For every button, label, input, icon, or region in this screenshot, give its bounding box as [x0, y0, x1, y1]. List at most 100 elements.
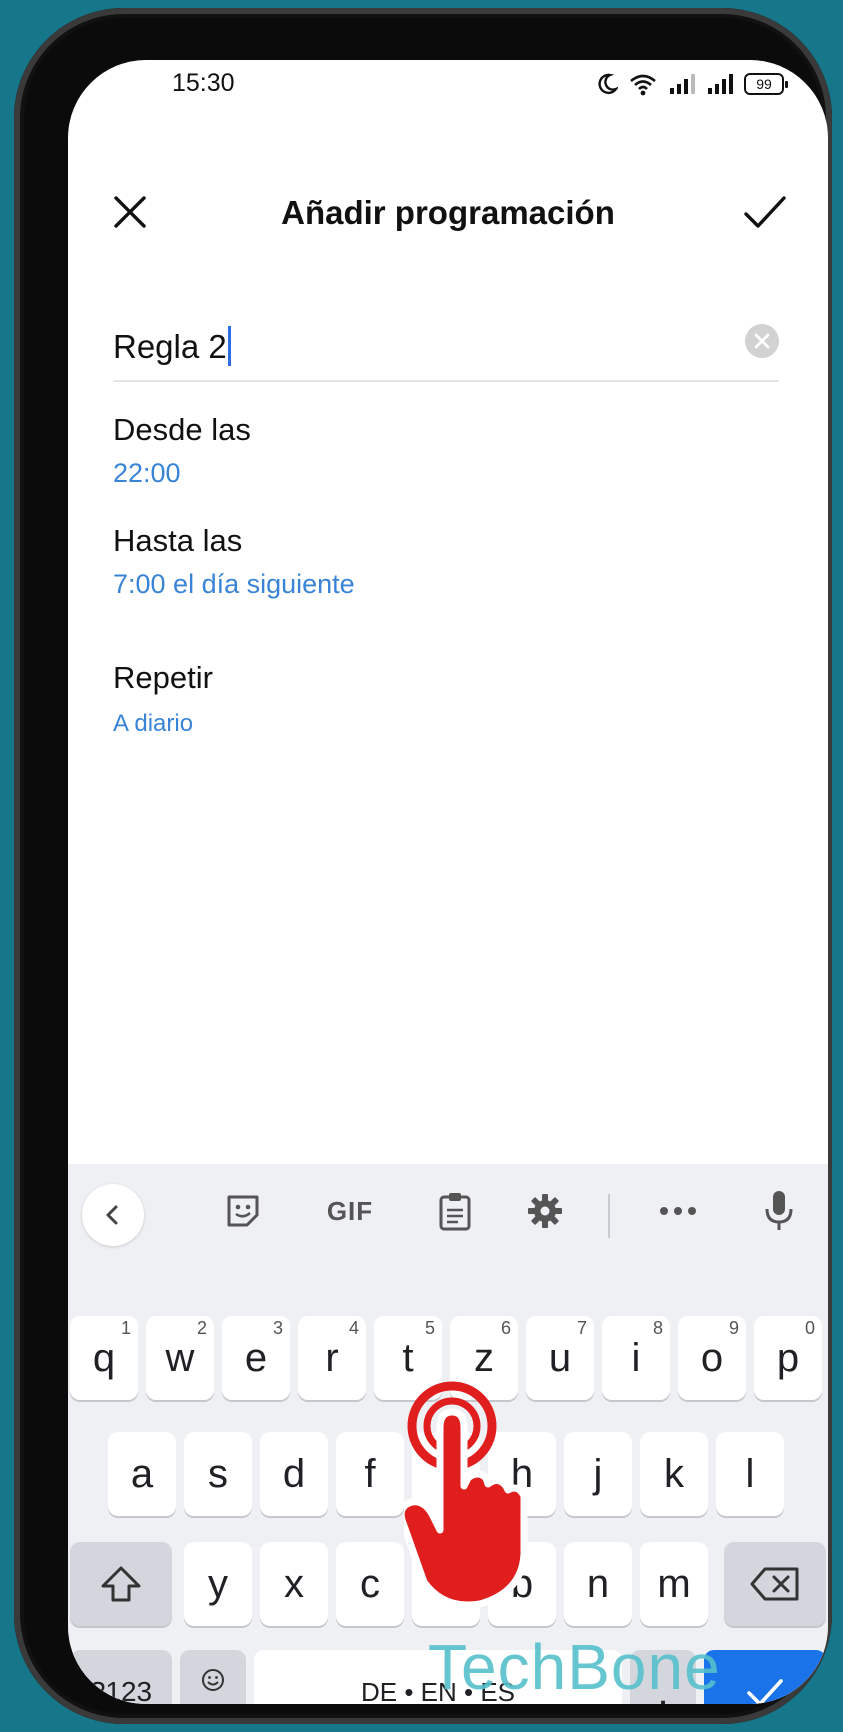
- key-p[interactable]: p0: [754, 1316, 822, 1400]
- clear-input-button[interactable]: [745, 324, 779, 358]
- sticker-icon: [227, 1195, 259, 1227]
- key-number-hint: 2: [196, 1318, 207, 1338]
- key-k[interactable]: k: [640, 1432, 708, 1516]
- key-r[interactable]: r4: [298, 1316, 366, 1400]
- key-label: m: [657, 1561, 691, 1606]
- key-a[interactable]: a: [108, 1432, 176, 1516]
- key-e[interactable]: e3: [222, 1316, 290, 1400]
- start-time-value: 22:00: [113, 458, 181, 488]
- schedule-name-value: Regla 2: [113, 328, 227, 365]
- key-label: r: [325, 1335, 339, 1380]
- numbers-switch-label: ?123: [89, 1676, 153, 1704]
- start-time-label: Desde las: [113, 412, 251, 447]
- end-time-value: 7:00 el día siguiente: [113, 569, 355, 599]
- emoji-comma-key[interactable]: ,: [180, 1650, 246, 1704]
- key-label: l: [745, 1451, 755, 1496]
- check-icon: [747, 1679, 783, 1704]
- key-label: s: [208, 1451, 228, 1496]
- status-bar: 15:30 99: [68, 60, 828, 120]
- key-number-hint: 7: [576, 1318, 587, 1338]
- key-label: d: [282, 1451, 306, 1496]
- settings-button[interactable]: [520, 1186, 570, 1236]
- comma-label: ,: [208, 1687, 218, 1705]
- battery-level: 99: [756, 76, 772, 92]
- backspace-icon: [750, 1567, 799, 1601]
- key-x[interactable]: x: [260, 1542, 328, 1626]
- key-label: o: [700, 1335, 724, 1380]
- key-label: y: [208, 1561, 228, 1606]
- key-number-hint: 9: [728, 1318, 739, 1338]
- key-j[interactable]: j: [564, 1432, 632, 1516]
- end-time-row[interactable]: Hasta las 7:00 el día siguiente: [113, 523, 773, 600]
- key-label: i: [631, 1335, 641, 1380]
- more-button[interactable]: [653, 1186, 703, 1236]
- watermark: TechBone: [428, 1631, 721, 1703]
- clear-icon: [754, 333, 770, 349]
- tap-hand-icon: [404, 1381, 528, 1609]
- key-number-hint: 3: [272, 1318, 283, 1338]
- key-label: x: [284, 1561, 304, 1606]
- repeat-label: Repetir: [113, 660, 213, 695]
- keyboard-toolbar: GIF: [68, 1164, 828, 1260]
- key-n[interactable]: n: [564, 1542, 632, 1626]
- check-icon: [744, 196, 786, 228]
- key-f[interactable]: f: [336, 1432, 404, 1516]
- key-label: a: [130, 1451, 154, 1496]
- key-label: c: [360, 1561, 380, 1606]
- status-icons: 99: [596, 72, 788, 96]
- gif-button[interactable]: GIF: [320, 1186, 380, 1236]
- key-c[interactable]: c: [336, 1542, 404, 1626]
- key-i[interactable]: i8: [602, 1316, 670, 1400]
- voice-input-button[interactable]: [754, 1186, 804, 1236]
- toolbar-back-button[interactable]: [82, 1184, 144, 1246]
- key-q[interactable]: q1: [70, 1316, 138, 1400]
- start-time-row[interactable]: Desde las 22:00: [113, 412, 773, 489]
- moon-icon: [598, 73, 618, 95]
- shift-icon: [101, 1566, 141, 1602]
- key-label: t: [402, 1335, 414, 1380]
- enter-key[interactable]: [704, 1650, 826, 1704]
- app-header: Añadir programación: [68, 180, 828, 250]
- key-label: f: [364, 1451, 376, 1496]
- signal-icon-2: [708, 74, 733, 94]
- repeat-value: A diario: [113, 710, 194, 737]
- microphone-icon: [765, 1191, 793, 1230]
- key-label: e: [244, 1335, 268, 1380]
- key-y[interactable]: y: [184, 1542, 252, 1626]
- key-m[interactable]: m: [640, 1542, 708, 1626]
- repeat-row[interactable]: Repetir A diario: [113, 660, 773, 738]
- key-label: w: [165, 1335, 195, 1380]
- clipboard-icon: [439, 1193, 471, 1231]
- key-number-hint: 4: [348, 1318, 359, 1338]
- key-w[interactable]: w2: [146, 1316, 214, 1400]
- page-title: Añadir programación: [281, 194, 615, 231]
- key-number-hint: 0: [804, 1318, 815, 1338]
- backspace-key[interactable]: [724, 1542, 826, 1626]
- key-label: p: [776, 1335, 800, 1380]
- numbers-switch-key[interactable]: ?123: [70, 1650, 172, 1704]
- key-label: u: [548, 1335, 572, 1380]
- clipboard-button[interactable]: [430, 1186, 480, 1236]
- status-time: 15:30: [172, 69, 235, 97]
- key-label: k: [664, 1451, 684, 1496]
- key-d[interactable]: d: [260, 1432, 328, 1516]
- key-number-hint: 6: [500, 1318, 511, 1338]
- confirm-button[interactable]: [740, 188, 788, 236]
- shift-key[interactable]: [70, 1542, 172, 1626]
- gear-icon: [528, 1194, 562, 1228]
- end-time-label: Hasta las: [113, 523, 243, 558]
- key-s[interactable]: s: [184, 1432, 252, 1516]
- key-number-hint: 8: [652, 1318, 663, 1338]
- key-l[interactable]: l: [716, 1432, 784, 1516]
- sticker-button[interactable]: [218, 1186, 268, 1236]
- key-o[interactable]: o9: [678, 1316, 746, 1400]
- key-label: q: [92, 1335, 116, 1380]
- wifi-icon: [630, 74, 656, 96]
- key-label: j: [593, 1451, 603, 1496]
- key-number-hint: 1: [120, 1318, 131, 1338]
- toolbar-divider: [608, 1194, 610, 1238]
- schedule-name-input[interactable]: Regla 2: [113, 310, 779, 382]
- more-horizontal-icon: [660, 1207, 696, 1215]
- signal-icon: [670, 74, 695, 94]
- key-number-hint: 5: [424, 1318, 435, 1338]
